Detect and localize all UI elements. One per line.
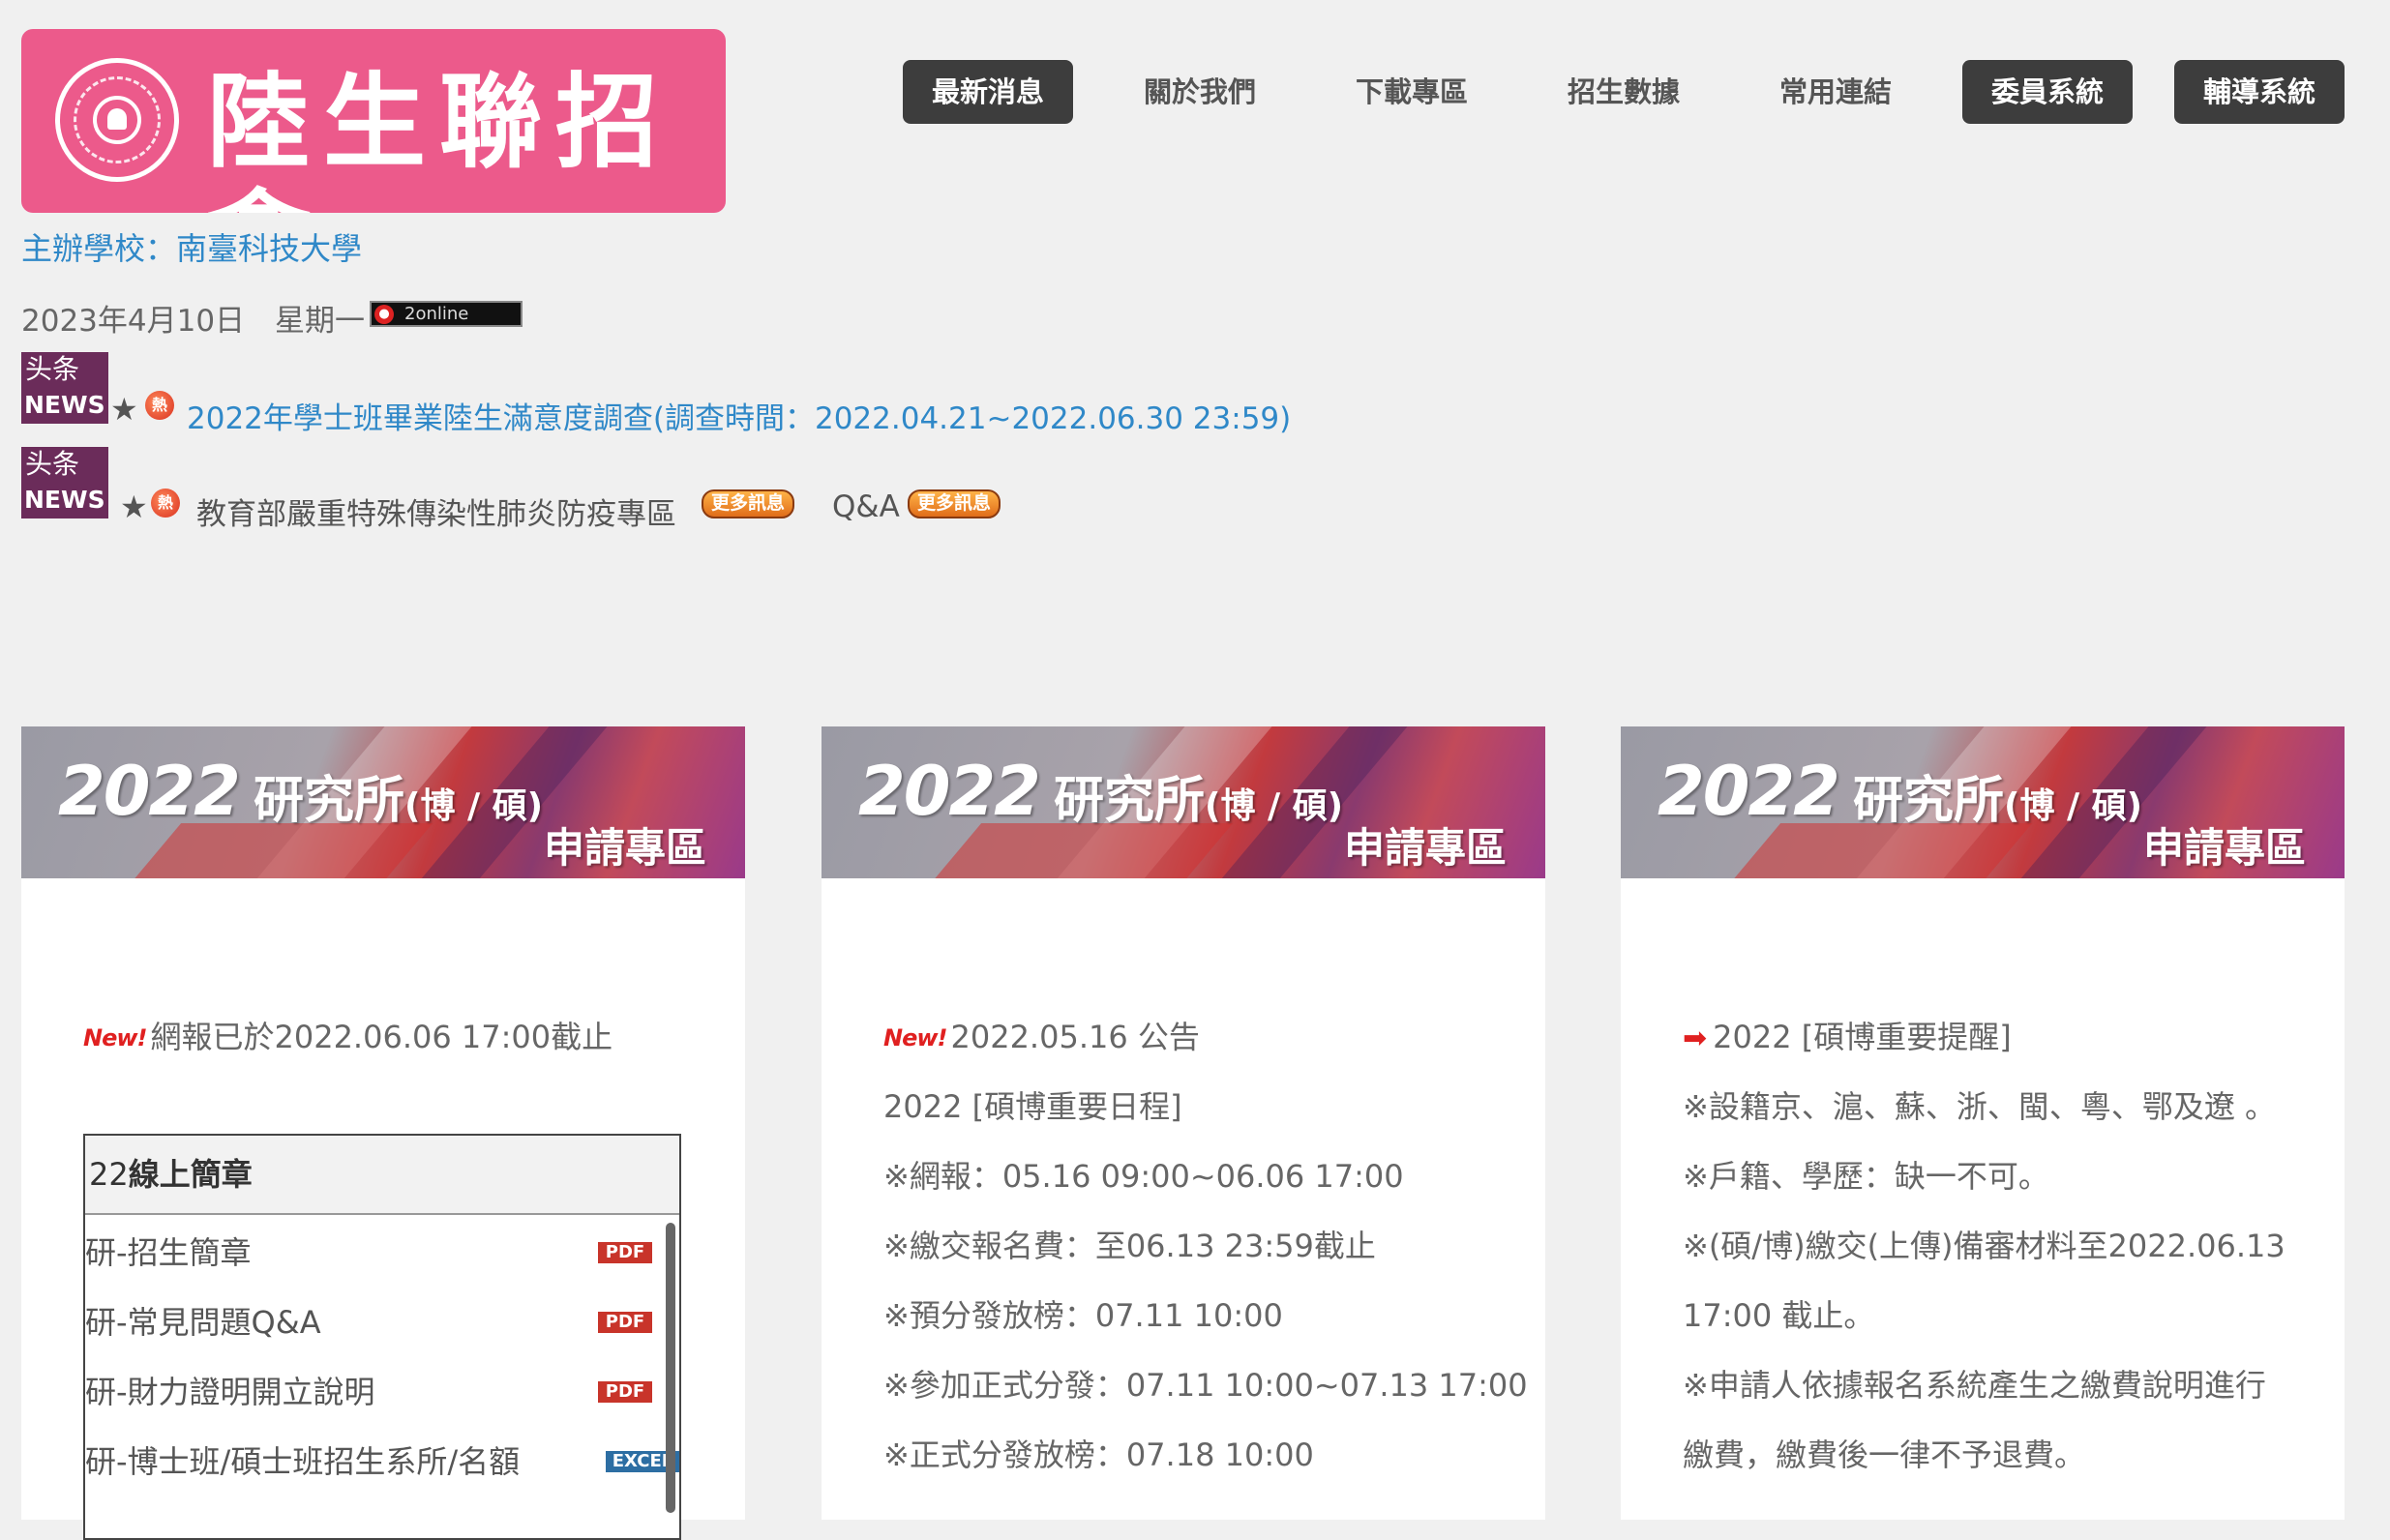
registration-notice: New! 網報已於2022.06.06 17:00截止 (83, 1019, 613, 1055)
host-school-link[interactable]: 主辦學校：南臺科技大學 (21, 224, 362, 269)
graduate-application-banner[interactable]: 2022 研究所(博 / 碩) 申請專區 (21, 726, 745, 878)
list-scrollbar[interactable] (666, 1223, 675, 1513)
arrow-right-icon: ➡ (1683, 1022, 1708, 1055)
schedule-item: ※正式分發放榜：07.18 10:00 (883, 1436, 1314, 1473)
schedule-item: ※參加正式分發：07.11 10:00~07.13 17:00 (883, 1367, 1528, 1404)
user-icon: ● (374, 305, 394, 324)
reminder-item: ※申請人依據報名系統產生之繳費說明進行 (1683, 1367, 2266, 1404)
hot-icon: 熱 (145, 391, 174, 420)
main-nav: 最新消息 關於我們 下載專區 招生數據 常用連結 委員系統 輔導系統 (0, 60, 2390, 124)
download-row[interactable]: 研-常見問題Q&A PDF (85, 1298, 666, 1343)
download-row[interactable]: 研-博士班/碩士班招生系所/名額 EXCEL (85, 1437, 681, 1482)
schedule-item: ※網報：05.16 09:00~06.06 17:00 (883, 1158, 1404, 1195)
more-info-button[interactable]: 更多訊息 (702, 489, 795, 518)
schedule-item: ※繳交報名費：至06.13 23:59截止 (883, 1228, 1376, 1264)
schedule-title: 2022 [碩博重要日程] (883, 1088, 1182, 1125)
nav-downloads[interactable]: 下載專區 (1327, 60, 1497, 124)
headline-news-badge: 头条 NEWS (21, 447, 108, 518)
graduate-application-banner[interactable]: 2022 研究所(博 / 碩) 申請專區 (822, 726, 1545, 878)
brochure-list-header: 22線上簡章 (85, 1136, 679, 1215)
graduate-application-banner[interactable]: 2022 研究所(博 / 碩) 申請專區 (1621, 726, 2345, 878)
more-info-button[interactable]: 更多訊息 (908, 489, 1001, 518)
headline-news-badge: 头条 NEWS (21, 352, 108, 424)
reminder-item: ※(碩/博)繳交(上傳)備審材料至2022.06.13 (1683, 1228, 2285, 1264)
brochure-download-list: 22線上簡章 研-招生簡章 PDF 研-常見問題Q&A PDF 研-財力證明開立… (83, 1134, 681, 1540)
star-icon: ★ (110, 391, 138, 428)
nav-links[interactable]: 常用連結 (1750, 60, 1921, 124)
current-date: 2023年4月10日 星期一 (21, 304, 366, 339)
download-row[interactable]: 研-財力證明開立說明 PDF (85, 1368, 666, 1412)
announcement-date: New! 2022.05.16 公告 (883, 1019, 1200, 1055)
online-counter: ● 2online (370, 301, 523, 327)
graduate-application-card: 2022 研究所(博 / 碩) 申請專區 ➡ 2022 [碩博重要提醒] ※設籍京… (1621, 726, 2345, 1520)
new-icon: New! (83, 1024, 147, 1051)
graduate-application-card: 2022 研究所(博 / 碩) 申請專區 New! 2022.05.16 公告 2… (822, 726, 1545, 1520)
nav-committee-system[interactable]: 委員系統 (1962, 60, 2133, 124)
reminder-item: 17:00 截止。 (1683, 1297, 1875, 1334)
hot-icon: 熱 (151, 489, 180, 518)
reminder-title: ➡ 2022 [碩博重要提醒] (1683, 1019, 2012, 1055)
news-link-satisfaction-survey[interactable]: 2022年學士班畢業陸生滿意度調查(調查時間：2022.04.21~2022.0… (187, 394, 1291, 437)
schedule-item: ※預分發放榜：07.11 10:00 (883, 1297, 1283, 1334)
pdf-icon: PDF (598, 1312, 652, 1333)
graduate-application-card: 2022 研究所(博 / 碩) 申請專區 New! 網報已於2022.06.06 … (21, 726, 745, 1540)
nav-about-us[interactable]: 關於我們 (1115, 60, 1285, 124)
reminder-item: 繳費，繳費後一律不予退費。 (1683, 1436, 2086, 1473)
nav-admission-data[interactable]: 招生數據 (1539, 60, 1709, 124)
news-qa: Q&A (832, 489, 900, 524)
nav-latest-news[interactable]: 最新消息 (903, 60, 1073, 124)
pdf-icon: PDF (598, 1381, 652, 1403)
new-icon: New! (883, 1024, 947, 1051)
star-icon: ★ (120, 489, 148, 525)
reminder-item: ※戶籍、學歷：缺一不可。 (1683, 1158, 2049, 1195)
pdf-icon: PDF (598, 1242, 652, 1263)
reminder-item: ※設籍京、滬、蘇、浙、閩、粵、鄂及遼 。 (1683, 1088, 2276, 1125)
online-count: 2online (404, 304, 469, 324)
download-row[interactable]: 研-招生簡章 PDF (85, 1229, 666, 1273)
news-epidemic-zone: 教育部嚴重特殊傳染性肺炎防疫專區 (196, 497, 676, 532)
nav-counseling-system[interactable]: 輔導系統 (2174, 60, 2345, 124)
